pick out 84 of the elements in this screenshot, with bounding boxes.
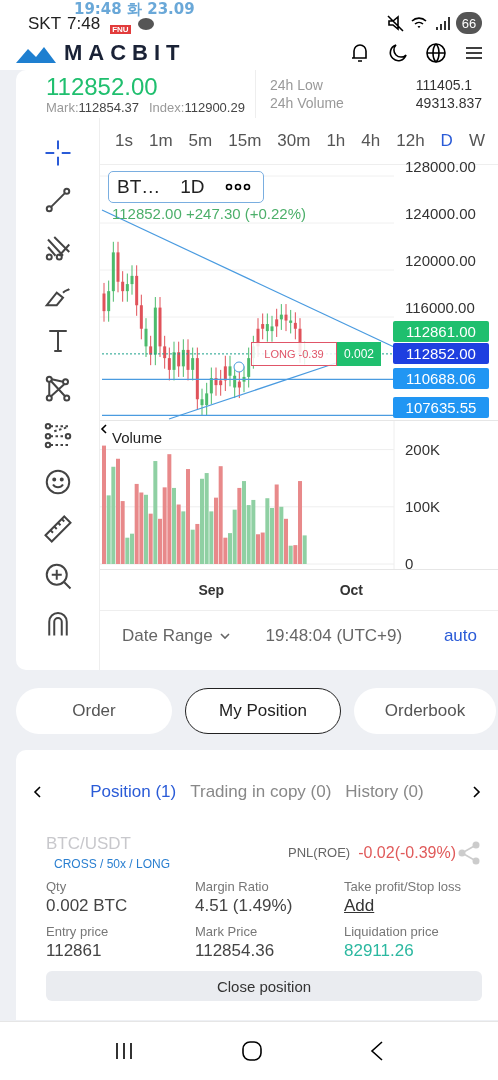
- section-tab[interactable]: My Position: [185, 688, 341, 734]
- back-icon: [369, 1040, 385, 1062]
- recent-apps-button[interactable]: [113, 1041, 135, 1061]
- position-quantity: 0.002: [337, 341, 381, 366]
- home-button[interactable]: [241, 1040, 263, 1062]
- stat-label: 24h Volume: [269, 95, 345, 111]
- chat-bubble-icon: [136, 16, 155, 32]
- field-label: Entry price: [46, 924, 110, 939]
- interval-tab[interactable]: 4h: [354, 131, 388, 151]
- interval-tab[interactable]: 30m: [270, 131, 318, 151]
- position-tab[interactable]: Position (1): [90, 782, 177, 802]
- position-tab[interactable]: History (0): [345, 782, 424, 802]
- collapse-icon: [100, 423, 108, 435]
- signal-icon: [434, 15, 450, 31]
- legend-values: 112852.00 +247.30 (+0.22%): [112, 205, 307, 222]
- field-value: 112861: [46, 941, 103, 961]
- position-marker: LONG -0.39: [251, 341, 337, 366]
- interval-tab[interactable]: 12h: [389, 131, 432, 151]
- chevron-left-icon: [32, 785, 42, 799]
- field-value: 0.002 BTC: [46, 896, 129, 916]
- price-tag: 110688.06: [393, 368, 489, 390]
- price-axis-label: 120000.00: [405, 252, 476, 269]
- field-value: 4.51 (1.49%): [195, 896, 294, 916]
- chevron-down-icon: [218, 632, 231, 640]
- position-mode: CROSS / 50x / LONG: [53, 857, 171, 871]
- home-icon: [241, 1040, 263, 1062]
- date-axis-label: Sep: [198, 582, 225, 598]
- ruler-icon: [42, 514, 73, 544]
- mark-price: Mark:112854.37: [46, 99, 139, 115]
- field-label: Mark Price: [195, 924, 259, 939]
- price-tag: 112852.00: [393, 343, 489, 364]
- add-link[interactable]: Add: [344, 896, 482, 916]
- fibonacci-icon: [42, 420, 73, 450]
- legend-symbol: BT…: [117, 176, 161, 198]
- price-axis-label: 116000.00: [405, 299, 475, 316]
- field-label: Liquidation price: [344, 924, 440, 939]
- globe-icon: [424, 41, 448, 65]
- anchor-point: [233, 361, 245, 373]
- price-tag: 112861.00: [393, 321, 489, 342]
- interval-tab[interactable]: 15m: [221, 131, 269, 151]
- carrier-name: SKT: [28, 14, 62, 34]
- price-axis-label: 128000.00: [405, 158, 476, 175]
- index-price: Index:112900.29: [149, 99, 245, 115]
- price-tag: 107635.55: [393, 397, 489, 418]
- field-value: 82911.26: [344, 941, 415, 961]
- interval-tab[interactable]: 1h: [319, 131, 353, 151]
- chart-time: 19:48:04 (UTC+9): [265, 626, 403, 646]
- stat-value: 111405.1: [415, 77, 474, 93]
- volume-axis-label: 100K: [405, 497, 441, 515]
- battery-indicator: 66: [456, 12, 482, 34]
- stat-label: 24h Low: [269, 77, 324, 93]
- share-icon: [456, 839, 482, 866]
- mute-icon: [386, 14, 404, 32]
- volume-title: Volume: [112, 429, 163, 446]
- last-price: 112852.00: [46, 73, 159, 100]
- close-position-button[interactable]: Close position: [46, 971, 482, 1001]
- field-label: Take profit/Stop loss: [344, 879, 463, 894]
- pnl-value: -0.02(-0.39%): [358, 843, 456, 862]
- more-icon: [224, 182, 251, 192]
- back-button[interactable]: [369, 1040, 385, 1062]
- chevron-right-icon: [472, 785, 482, 799]
- auto-scale-button[interactable]: auto: [436, 626, 484, 646]
- date-range-dropdown[interactable]: Date Range: [122, 626, 231, 646]
- section-tab[interactable]: Order: [16, 688, 172, 734]
- stat-value: 49313.837: [415, 95, 482, 111]
- interval-tab[interactable]: W: [461, 131, 492, 151]
- interval-tab[interactable]: 1s: [108, 131, 140, 151]
- pnl-label: PNL(ROE): [288, 845, 351, 860]
- volume-axis-label: 200K: [405, 440, 441, 458]
- section-tab[interactable]: Orderbook: [354, 688, 496, 734]
- interval-tab[interactable]: D: [433, 131, 460, 151]
- field-label: Qty: [46, 879, 68, 894]
- date-axis-label: Oct: [339, 582, 363, 598]
- app-logo: MACBIT: [64, 40, 186, 66]
- position-tab[interactable]: Trading in copy (0): [190, 782, 332, 802]
- field-label: Margin Ratio: [195, 879, 270, 894]
- legend-interval: 1D: [180, 176, 205, 198]
- app-badge: FNU: [110, 25, 131, 34]
- price-axis-label: 124000.00: [405, 205, 476, 222]
- interval-tab[interactable]: 5m: [181, 131, 220, 151]
- recent-apps-icon: [113, 1041, 135, 1061]
- field-value: 112854.36: [195, 941, 276, 961]
- volume-axis-label: 0: [405, 555, 414, 572]
- interval-tab[interactable]: 1m: [141, 131, 180, 151]
